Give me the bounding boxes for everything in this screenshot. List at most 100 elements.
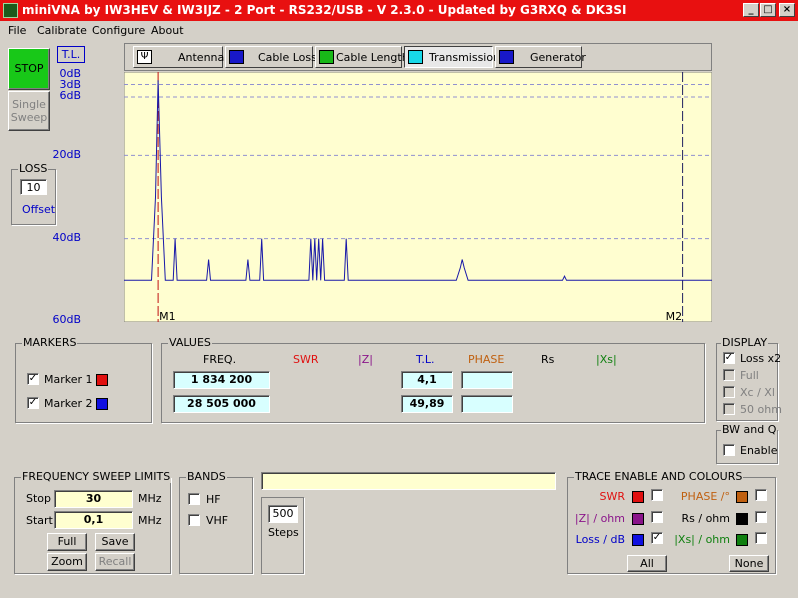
fifty-ohm-checkbox[interactable]	[723, 403, 735, 415]
start-freq-input[interactable]: 0,1	[54, 511, 133, 529]
freq-header: FREQ.	[203, 353, 237, 366]
menu-file[interactable]: File	[8, 24, 26, 37]
trace-group: TRACE ENABLE AND COLOURS SWR |Z| / ohm L…	[567, 470, 776, 574]
close-icon[interactable]: ×	[779, 3, 795, 17]
app-icon	[3, 3, 18, 18]
swr-trace-checkbox[interactable]	[651, 489, 663, 501]
menu-about[interactable]: About	[151, 24, 184, 37]
xs-trace-checkbox[interactable]	[755, 532, 767, 544]
save-button[interactable]: Save	[95, 533, 135, 551]
rs-color-swatch[interactable]	[736, 513, 748, 525]
stop-label: Stop	[26, 492, 52, 505]
tab-cable-loss-label: Cable Loss	[258, 51, 317, 64]
loss-trace-checkbox[interactable]: ✓	[651, 532, 663, 544]
full-checkbox[interactable]	[723, 369, 735, 381]
display-group: DISPLAY ✓ Loss x2 Full Xc / Xl 50 ohm	[716, 336, 782, 421]
marker1-label: Marker 1	[44, 373, 93, 386]
loss-offset-input[interactable]: 10	[20, 179, 47, 195]
tab-cable-loss[interactable]: Cable Loss	[225, 46, 317, 68]
marker-m2-label: M2	[666, 310, 683, 322]
stop-button[interactable]: STOP	[8, 48, 50, 90]
rs-trace-checkbox[interactable]	[755, 511, 767, 523]
title-bar[interactable]: miniVNA by IW3HEV & IW3IJZ - 2 Port - RS…	[0, 0, 798, 21]
bands-group: BANDS HF VHF	[179, 470, 253, 574]
marker1-freq-value: 1 834 200	[173, 371, 270, 389]
loss-x2-checkbox[interactable]: ✓	[723, 352, 735, 364]
z-color-swatch[interactable]	[632, 513, 644, 525]
menu-calibrate[interactable]: Calibrate	[37, 24, 87, 37]
marker2-checkbox[interactable]: ✓	[27, 397, 39, 409]
marker1-tl-value: 4,1	[401, 371, 453, 389]
rs-trace-label: Rs / ohm	[681, 512, 731, 525]
markers-title: MARKERS	[22, 336, 78, 349]
xs-header: |Xs|	[596, 353, 617, 366]
tab-antenna-label: Antenna	[178, 51, 225, 64]
marker2-color-swatch[interactable]	[96, 398, 108, 410]
sweep-limits-title: FREQUENCY SWEEP LIMITS	[21, 470, 172, 483]
hf-label: HF	[206, 493, 221, 506]
tab-transmission-label: Transmission	[429, 51, 501, 64]
trace-none-button[interactable]: None	[729, 555, 769, 572]
axis-label-40db: 40dB	[52, 231, 81, 244]
zoom-button[interactable]: Zoom	[47, 553, 87, 571]
marker2-tl-value: 49,89	[401, 395, 453, 413]
steps-group: 500 Steps	[261, 497, 304, 574]
phase-trace-label: PHASE /°	[680, 490, 730, 503]
tl-header: T.L.	[416, 353, 435, 366]
tab-cable-length-label: Cable Length	[336, 51, 409, 64]
swr-color-swatch[interactable]	[632, 491, 644, 503]
xc-xl-label: Xc / Xl	[740, 386, 775, 399]
marker2-phase-value	[461, 395, 513, 413]
generator-icon	[499, 50, 514, 64]
marker-m1-label: M1	[159, 310, 176, 322]
bwq-group: BW and Q Enable	[716, 423, 778, 464]
single-sweep-button[interactable]: Single Sweep	[8, 91, 50, 131]
tab-transmission[interactable]: Transmission	[404, 46, 500, 68]
marker1-checkbox[interactable]: ✓	[27, 373, 39, 385]
phase-trace-checkbox[interactable]	[755, 489, 767, 501]
xc-xl-checkbox[interactable]	[723, 386, 735, 398]
loss-group: LOSS 10 Offset	[11, 162, 56, 225]
sweep-progress-bar	[261, 472, 556, 490]
marker1-color-swatch[interactable]	[96, 374, 108, 386]
offset-label: Offset	[22, 203, 56, 216]
bwq-enable-label: Enable	[740, 444, 778, 457]
trace-title: TRACE ENABLE AND COLOURS	[574, 470, 744, 483]
values-group: VALUES FREQ. SWR |Z| T.L. PHASE Rs |Xs| …	[161, 336, 705, 423]
tab-antenna[interactable]: Ψ Antenna	[133, 46, 225, 68]
bwq-title: BW and Q	[721, 423, 778, 436]
z-trace-checkbox[interactable]	[651, 511, 663, 523]
vhf-label: VHF	[206, 514, 229, 527]
phase-color-swatch[interactable]	[736, 491, 748, 503]
cable-loss-icon	[229, 50, 244, 64]
hf-checkbox[interactable]	[188, 493, 200, 505]
marker2-label: Marker 2	[44, 397, 93, 410]
cable-length-icon	[319, 50, 334, 64]
sweep-limits-group: FREQUENCY SWEEP LIMITS Stop 30 MHz Start…	[14, 470, 172, 574]
swr-header: SWR	[293, 353, 319, 366]
tl-indicator: T.L.	[57, 46, 85, 63]
full-button[interactable]: Full	[47, 533, 87, 551]
axis-label-60db: 60dB	[52, 313, 81, 326]
tab-cable-length[interactable]: Cable Length	[315, 46, 409, 68]
loss-trace-label: Loss / dB	[575, 533, 625, 546]
vhf-checkbox[interactable]	[188, 514, 200, 526]
trace-all-button[interactable]: All	[627, 555, 667, 572]
stop-freq-input[interactable]: 30	[54, 490, 133, 508]
start-unit: MHz	[138, 514, 162, 527]
antenna-icon: Ψ	[137, 50, 152, 64]
loss-title: LOSS	[18, 162, 49, 175]
xs-color-swatch[interactable]	[736, 534, 748, 546]
menu-configure[interactable]: Configure	[92, 24, 145, 37]
values-title: VALUES	[168, 336, 212, 349]
recall-button[interactable]: Recall	[95, 553, 135, 571]
loss-color-swatch[interactable]	[632, 534, 644, 546]
markers-group: MARKERS ✓ Marker 1 ✓ Marker 2	[15, 336, 152, 423]
transmission-plot[interactable]: M1 M2	[124, 72, 712, 322]
tab-generator[interactable]: Generator	[495, 46, 586, 68]
bwq-enable-checkbox[interactable]	[723, 444, 735, 456]
steps-input[interactable]: 500	[268, 505, 298, 523]
minimize-icon[interactable]: _	[743, 3, 759, 17]
transmission-icon	[408, 50, 423, 64]
maximize-icon[interactable]: □	[760, 3, 776, 17]
